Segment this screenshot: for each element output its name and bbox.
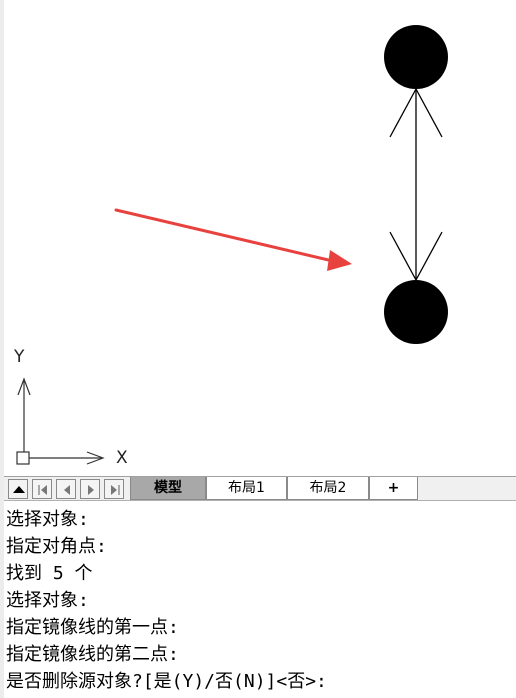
- tab-model[interactable]: 模型: [130, 477, 206, 500]
- scroll-up-button[interactable]: [8, 479, 28, 499]
- command-history: 选择对象: 指定对角点: 找到 5 个 选择对象: 指定镜像线的第一点: 指定镜…: [4, 500, 516, 698]
- command-prompt[interactable]: 是否删除源对象?[是(Y)/否(N)]<否>:: [4, 668, 516, 695]
- drawing-svg: [16, 25, 448, 465]
- tab-layout1[interactable]: 布局1: [206, 477, 287, 500]
- top-circle[interactable]: [384, 25, 448, 89]
- next-icon: [88, 485, 94, 495]
- tab-layout2[interactable]: 布局2: [287, 477, 369, 500]
- command-line: 指定镜像线的第一点:: [6, 617, 179, 638]
- prev-icon: [64, 485, 70, 495]
- command-line: 指定对角点:: [6, 536, 107, 557]
- drawing-canvas[interactable]: Y X: [4, 0, 516, 476]
- add-layout-tab[interactable]: +: [369, 477, 418, 500]
- ucs-icon: [16, 377, 105, 465]
- next-tab-button[interactable]: [80, 479, 100, 499]
- last-tab-button[interactable]: [104, 479, 124, 499]
- up-arrow-icon: [13, 486, 25, 493]
- layout-tab-bar: 模型 布局1 布局2 +: [4, 476, 516, 500]
- last-icon: [111, 485, 120, 495]
- bottom-circle[interactable]: [384, 280, 448, 344]
- command-line: 选择对象:: [6, 590, 89, 611]
- previous-tab-button[interactable]: [56, 479, 76, 499]
- command-line: 找到 5 个: [6, 563, 93, 584]
- ucs-y-label: Y: [14, 347, 25, 367]
- command-line: 指定镜像线的第二点:: [6, 644, 179, 665]
- first-tab-button[interactable]: [32, 479, 52, 499]
- annotation-arrow: [114, 208, 352, 271]
- ucs-x-label: X: [116, 448, 128, 468]
- command-line: 选择对象:: [6, 509, 89, 530]
- first-icon: [38, 485, 47, 495]
